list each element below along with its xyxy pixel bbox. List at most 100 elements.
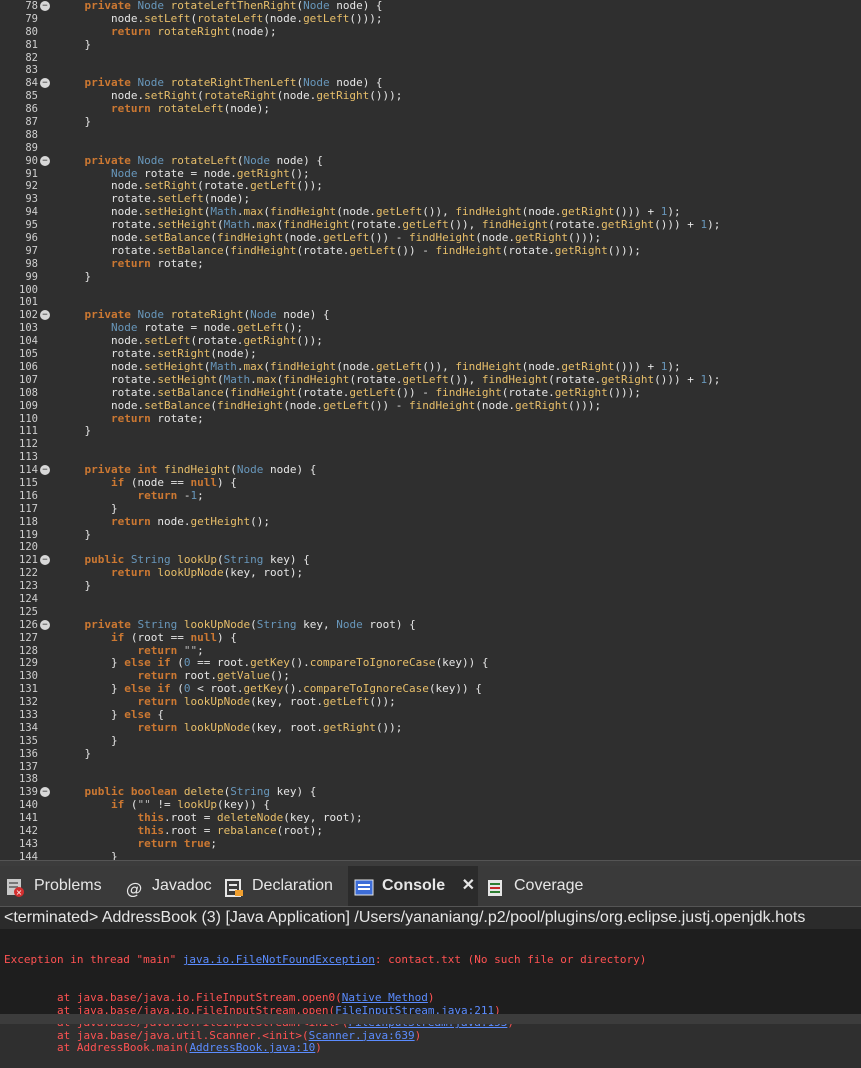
line-number: 122 — [19, 567, 38, 580]
line-number: 120 — [19, 541, 38, 554]
line-number: 110 — [19, 412, 38, 425]
code-text: return rotate; — [110, 256, 204, 270]
tab-declaration[interactable]: Declaration — [224, 866, 333, 906]
fold-toggle-icon[interactable]: − — [40, 555, 50, 566]
code-line[interactable]: 126− private String lookUpNode(String ke… — [0, 618, 861, 632]
code-line[interactable]: 112 — [0, 438, 861, 451]
code-text: } — [58, 746, 92, 760]
code-line[interactable]: 122 return lookUpNode(key, root); — [0, 566, 861, 580]
line-number: 101 — [19, 296, 38, 309]
code-line[interactable]: 105 rotate.setRight(node); — [0, 347, 861, 361]
svg-text:×: × — [16, 888, 23, 897]
code-editor[interactable]: 78− private Node rotateLeftThenRight(Nod… — [0, 0, 861, 860]
code-line[interactable]: 143 return true; — [0, 837, 861, 851]
line-number: 117 — [19, 502, 38, 515]
line-number: 92 — [25, 180, 38, 193]
code-line[interactable]: 137 — [0, 761, 861, 774]
line-number: 88 — [25, 128, 38, 141]
code-line[interactable]: 133 } else { — [0, 708, 861, 722]
code-line[interactable]: 99 } — [0, 270, 861, 284]
fold-toggle-icon[interactable]: − — [40, 78, 50, 89]
line-number: 135 — [19, 734, 38, 747]
code-text: return -1; — [137, 488, 204, 502]
tab-problems-label: Problems — [34, 877, 102, 894]
exception-link[interactable]: java.io.FileNotFoundException — [183, 953, 375, 966]
code-line[interactable]: 144 } — [0, 850, 861, 860]
code-line[interactable]: 115 if (node == null) { — [0, 476, 861, 490]
code-line[interactable]: 111 } — [0, 424, 861, 438]
line-number: 97 — [25, 244, 38, 257]
line-number: 86 — [25, 103, 38, 116]
code-line[interactable]: 107 rotate.setHeight(Math.max(findHeight… — [0, 373, 861, 387]
fold-toggle-icon[interactable]: − — [40, 619, 50, 630]
tab-console[interactable]: Console ✕ — [348, 866, 478, 906]
line-number: 136 — [19, 747, 38, 760]
trace-link[interactable]: Scanner.java:639 — [309, 1029, 415, 1042]
trace-prefix: at java.base/java.util.Scanner.<init>( — [4, 1028, 309, 1042]
fold-toggle-icon[interactable]: − — [40, 787, 50, 798]
code-line[interactable]: 116 return -1; — [0, 488, 861, 503]
line-number: 116 — [19, 489, 38, 502]
console-header: <terminated> AddressBook (3) [Java Appli… — [0, 907, 861, 929]
line-number: 102 — [19, 309, 38, 322]
code-line[interactable]: 81 } — [0, 38, 861, 52]
line-number: 90 — [25, 154, 38, 167]
console-output[interactable]: Exception in thread "main" java.io.FileN… — [0, 929, 861, 1054]
trace-link[interactable]: AddressBook.java:10 — [189, 1041, 315, 1055]
stack-trace-line: at AddressBook.main(AddressBook.java:10) — [0, 1042, 861, 1055]
trace-link[interactable]: Native Method — [342, 991, 428, 1004]
code-line[interactable]: 80 return rotateRight(node); — [0, 25, 861, 39]
line-number: 133 — [19, 708, 38, 721]
line-number: 125 — [19, 605, 38, 618]
code-line[interactable]: 82 — [0, 52, 861, 65]
line-number: 89 — [25, 141, 38, 154]
fold-toggle-icon[interactable]: − — [40, 1, 50, 11]
code-line[interactable]: 142 this.root = rebalance(root); — [0, 824, 861, 838]
code-line[interactable]: 78− private Node rotateLeftThenRight(Nod… — [0, 0, 861, 13]
line-number: 114 — [19, 464, 38, 477]
code-line[interactable]: 136 } — [0, 746, 861, 761]
close-icon[interactable]: ✕ — [462, 877, 475, 894]
line-number: 137 — [19, 760, 38, 773]
console-icon — [354, 874, 374, 896]
code-line[interactable]: 127 if (root == null) { — [0, 631, 861, 645]
fold-toggle-icon[interactable]: − — [40, 155, 50, 166]
line-number: 93 — [25, 193, 38, 206]
code-line[interactable]: 87 } — [0, 115, 861, 129]
line-number: 144 — [19, 850, 38, 860]
code-line[interactable]: 123 } — [0, 579, 861, 593]
trace-suffix: ) — [414, 1028, 422, 1042]
code-line[interactable]: 110 return rotate; — [0, 412, 861, 426]
trace-prefix: at java.base/java.io.FileInputStream.ope… — [4, 990, 342, 1004]
code-line[interactable]: 88 — [0, 129, 861, 142]
line-number: 108 — [19, 386, 38, 399]
code-line[interactable]: 100 — [0, 284, 861, 297]
code-line[interactable]: 119 } — [0, 528, 861, 542]
tab-coverage[interactable]: Coverage — [486, 866, 583, 906]
code-line[interactable]: 118 return node.getHeight(); — [0, 515, 861, 529]
line-number: 115 — [19, 476, 38, 489]
code-lines: 78− private Node rotateLeftThenRight(Nod… — [0, 0, 861, 860]
code-line[interactable]: 98 return rotate; — [0, 256, 861, 271]
line-number: 78 — [25, 0, 38, 12]
code-text: } — [58, 115, 92, 129]
code-line[interactable]: 96 node.setBalance(findHeight(node.getLe… — [0, 231, 861, 245]
line-number: 83 — [25, 64, 38, 77]
bottom-panel-tabs: × Problems @ Javadoc Declaration Console… — [0, 866, 861, 907]
code-line[interactable]: 134 return lookUpNode(key, root.getRight… — [0, 721, 861, 735]
line-number: 98 — [25, 257, 38, 270]
code-line[interactable]: 124 — [0, 593, 861, 606]
fold-toggle-icon[interactable]: − — [40, 310, 50, 321]
line-number: 142 — [19, 825, 38, 837]
tab-javadoc[interactable]: @ Javadoc — [124, 866, 212, 906]
line-number: 124 — [19, 592, 38, 605]
code-line[interactable]: 135 } — [0, 733, 861, 748]
code-text: } — [58, 733, 118, 747]
trace-suffix: ) — [315, 1041, 322, 1055]
tab-problems[interactable]: × Problems — [6, 866, 102, 906]
line-number: 130 — [19, 670, 38, 683]
fold-toggle-icon[interactable]: − — [40, 465, 50, 476]
line-number: 131 — [19, 683, 38, 696]
code-line[interactable]: 86 return rotateLeft(node); — [0, 102, 861, 116]
code-text: node.setHeight(Math.max(findHeight(node.… — [58, 359, 681, 373]
